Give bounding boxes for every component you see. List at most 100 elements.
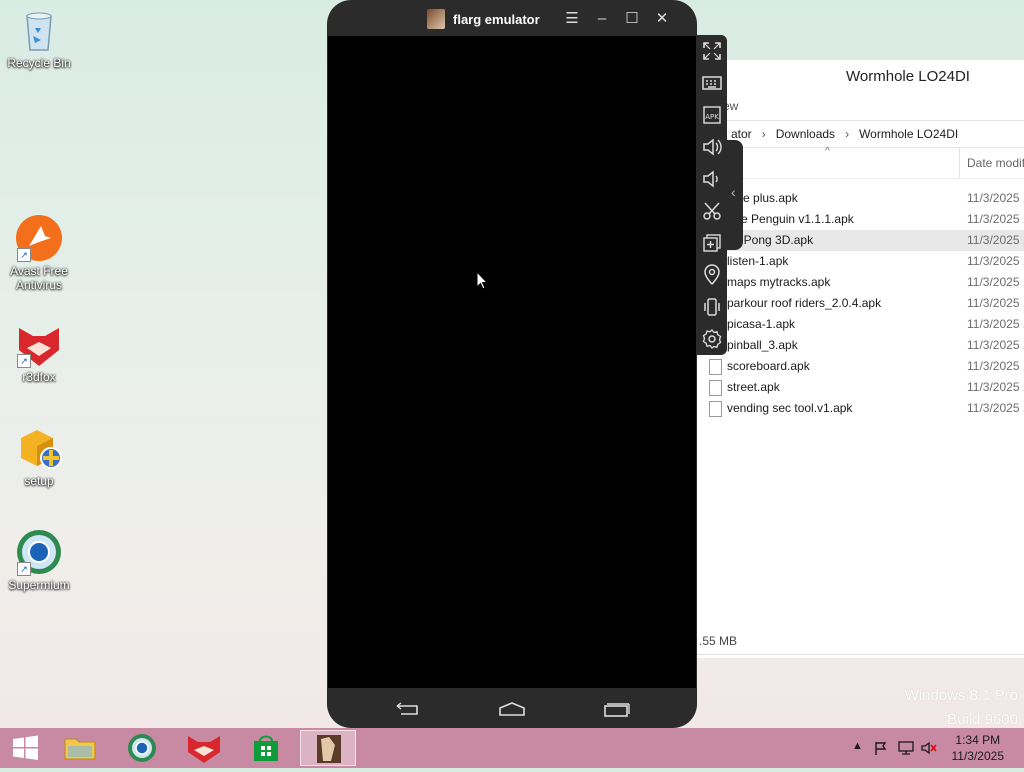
file-date: 11/3/2025 1 [967,380,1024,394]
android-navbar [327,692,697,728]
taskbar-supermium[interactable] [114,730,170,766]
breadcrumb-chevron-icon: › [845,127,850,141]
file-row[interactable]: maps mytracks.apk 11/3/2025 1 [691,272,1024,293]
windows-logo-icon [13,735,38,760]
taskbar: ▲ 1:34 PM 11/3/2025 [0,728,1024,768]
file-date: 11/3/2025 1 [967,338,1024,352]
windows-watermark: Windows 8.1 Pro Build 9600 [905,684,1018,732]
minimize-icon[interactable]: – [589,6,615,32]
emulator-window[interactable]: flarg emulator ☰ – ☐ ✕ [327,0,697,728]
r3dfox-icon [188,736,220,763]
file-row[interactable]: street.apk 11/3/2025 1 [691,377,1024,398]
install-apk-icon[interactable]: APK [700,103,724,127]
file-name: scoreboard.apk [727,359,810,373]
file-icon [709,380,722,396]
emulator-logo-icon [427,9,445,29]
menu-icon[interactable]: ☰ [559,6,585,32]
explorer-title: Wormhole LO24DI [691,60,1024,92]
supermium-icon: ↗ [15,528,63,576]
file-row[interactable]: parkour roof riders_2.0.4.apk 11/3/2025 1 [691,293,1024,314]
desktop-icon-avast[interactable]: ↗ Avast Free Antivirus [0,214,79,292]
home-button-icon[interactable] [497,700,527,720]
emulator-logo-icon [317,735,341,763]
toolbar-collapse-tab[interactable]: ‹ [727,140,743,250]
shortcut-arrow-icon: ↗ [17,562,31,576]
desktop-icon-label: r3dfox [22,370,56,384]
clock-time: 1:34 PM [955,733,1001,747]
column-header-date[interactable]: Date modif [967,156,1024,170]
breadcrumb-chevron-icon: › [761,127,766,141]
volume-up-icon[interactable] [700,135,724,159]
r3dfox-icon: ↗ [15,320,63,368]
location-icon[interactable] [700,263,724,287]
setup-icon [15,424,63,472]
screenshot-scissors-icon[interactable] [700,199,724,223]
file-name: picasa-1.apk [727,317,796,331]
file-date: 11/3/2025 1 [967,317,1024,331]
file-name: listen-1.apk [727,254,789,268]
file-date: 11/3/2025 1 [967,275,1024,289]
taskbar-flarg-emulator[interactable] [300,730,356,766]
action-center-flag-icon[interactable] [873,740,889,756]
store-icon [254,735,278,761]
desktop-icon-recycle-bin[interactable]: Recycle Bin [0,6,79,70]
file-date: 11/3/2025 1 [967,212,1024,226]
ribbon-view-tab[interactable]: ew [691,92,1024,121]
close-icon[interactable]: ✕ [649,6,675,32]
file-date: 11/3/2025 1 [967,254,1024,268]
folder-icon [64,738,96,760]
file-name: pinball_3.apk [727,338,798,352]
file-row[interactable]: picasa-1.apk 11/3/2025 1 [691,314,1024,335]
file-row[interactable]: listen-1.apk 11/3/2025 1 [691,251,1024,272]
status-bar-size: .55 MB [699,634,738,648]
multi-instance-icon[interactable] [700,231,724,255]
desktop-icon-label: Recycle Bin [7,56,71,70]
column-divider[interactable] [959,148,960,178]
file-name: street.apk [727,380,780,394]
taskbar-clock[interactable]: 1:34 PM 11/3/2025 [952,732,1005,764]
breadcrumb-segment[interactable]: Downloads [776,121,835,147]
start-button[interactable] [0,730,50,766]
emulator-screen[interactable] [328,36,696,688]
shake-icon[interactable] [700,295,724,319]
watermark-edition: Windows 8.1 Pro [904,687,1018,704]
file-date: 11/3/2025 1 [967,359,1024,373]
file-icon [709,359,722,375]
maximize-icon[interactable]: ☐ [619,6,645,32]
desktop-icon-label: Supermium [8,578,70,592]
desktop-icon-supermium[interactable]: ↗ Supermium [0,528,79,592]
file-date: 11/3/2025 1 [967,401,1024,415]
supermium-icon [128,734,156,762]
file-row[interactable]: pinball_3.apk 11/3/2025 1 [691,335,1024,356]
status-divider [691,654,1024,655]
chevron-left-icon: ‹ [731,184,736,200]
file-name: maps mytracks.apk [727,275,831,289]
desktop-icon-r3dfox[interactable]: ↗ r3dfox [0,320,79,384]
fullscreen-icon[interactable] [700,39,724,63]
taskbar-store[interactable] [238,730,294,766]
emulator-title: flarg emulator [453,11,540,27]
volume-down-icon[interactable] [700,167,724,191]
recycle-bin-icon [15,6,63,54]
settings-icon[interactable] [700,327,724,351]
file-date: 11/3/2025 1 [967,191,1024,205]
back-button-icon[interactable] [393,700,423,720]
svg-text:APK: APK [705,113,719,121]
desktop-icon-label: setup [24,474,54,488]
mouse-cursor-icon [476,271,488,290]
show-hidden-icons-chevron-icon[interactable]: ▲ [852,740,863,752]
file-name: parkour roof riders_2.0.4.apk [727,296,882,310]
taskbar-file-explorer[interactable] [52,730,108,766]
network-icon[interactable] [897,740,915,756]
taskbar-r3dfox[interactable] [176,730,232,766]
desktop-icon-setup[interactable]: setup [0,424,79,488]
breadcrumb-segment[interactable]: Wormhole LO24DI [859,121,958,147]
file-icon [709,401,722,417]
keyboard-icon[interactable] [700,71,724,95]
desktop-icon-label: Avast Free Antivirus [10,264,68,292]
file-row[interactable]: vending sec tool.v1.apk 11/3/2025 1 [691,398,1024,419]
file-row[interactable]: scoreboard.apk 11/3/2025 1 [691,356,1024,377]
file-date: 11/3/2025 1 [967,233,1024,247]
recent-apps-button-icon[interactable] [601,700,631,720]
volume-muted-icon[interactable] [920,740,938,756]
